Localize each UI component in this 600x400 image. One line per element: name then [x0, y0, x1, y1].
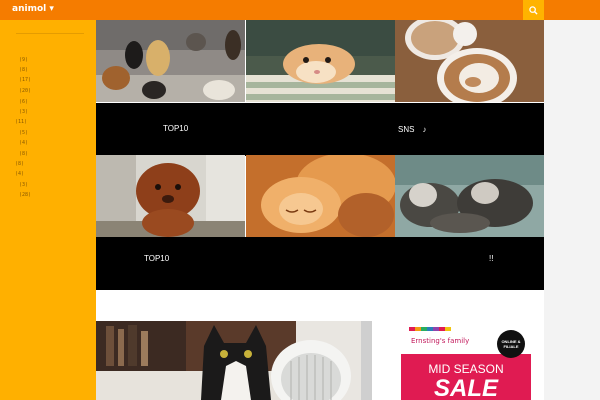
article-title-left[interactable]: TOP10	[144, 254, 169, 263]
right-margin	[544, 20, 600, 400]
article-thumbnail-poodle[interactable]	[96, 155, 245, 237]
latte-art-photo	[395, 20, 544, 102]
category-count[interactable]: (4)	[19, 140, 28, 146]
ad-sale-text: SALE	[433, 375, 498, 400]
sidebar-divider	[16, 33, 84, 34]
category-count[interactable]: (6)	[19, 99, 28, 105]
article-title-right[interactable]: SNS ♪	[398, 124, 426, 135]
article-caption-row-2: TOP10 !!	[96, 237, 544, 290]
article-caption-row-1: TOP10 SNS ♪	[96, 103, 544, 156]
article-thumbnail-hamster[interactable]	[246, 20, 395, 102]
article-thumbnail-dogs[interactable]	[96, 20, 245, 102]
advertisement-area: Ernsting's family ONLINE & FILIALE MID S…	[372, 321, 544, 400]
category-count[interactable]: (11)	[15, 119, 27, 125]
otters-photo	[395, 155, 544, 237]
search-icon	[529, 5, 538, 15]
ad-headline: MID SEASON	[428, 362, 504, 376]
ad-header: Ernsting's family ONLINE & FILIALE	[401, 327, 531, 358]
featured-article-image[interactable]	[96, 321, 372, 400]
article-thumbnail-otters[interactable]	[395, 155, 544, 237]
article-title-left[interactable]: TOP10	[163, 124, 188, 133]
category-count[interactable]: (8)	[15, 161, 24, 167]
article-title-right[interactable]: !!	[489, 254, 493, 263]
advertisement-banner[interactable]: Ernsting's family ONLINE & FILIALE MID S…	[401, 327, 531, 400]
dogs-photo	[96, 20, 245, 102]
article-thumbnail-latte-art[interactable]	[395, 20, 544, 102]
cat-heater-photo	[96, 321, 372, 400]
category-count[interactable]: (3)	[19, 109, 28, 115]
hamster-photo	[246, 20, 395, 102]
site-brand-menu[interactable]: animol ▾	[12, 4, 54, 14]
category-count[interactable]: (28)	[19, 192, 31, 198]
poodle-photo	[96, 155, 245, 237]
main-content: TOP10 SNS ♪ TOP10 !! Ernsting's family O…	[96, 20, 544, 400]
category-count[interactable]: (3)	[19, 182, 28, 188]
category-count[interactable]: (20)	[19, 88, 31, 94]
search-button[interactable]	[523, 0, 544, 20]
category-count[interactable]: (8)	[19, 151, 28, 157]
category-count[interactable]: (9)	[19, 57, 28, 63]
category-count[interactable]: (17)	[19, 77, 31, 83]
article-thumbnail-kittens[interactable]	[246, 155, 395, 237]
category-count[interactable]: (5)	[19, 130, 28, 136]
ad-brand-name: Ernsting's family	[411, 337, 470, 345]
ad-stripe	[445, 327, 451, 331]
sidebar: (9) (8) (17) (20) (6) (3) (11) (5) (4) (…	[0, 20, 96, 400]
category-count[interactable]: (8)	[19, 67, 28, 73]
ad-badge: ONLINE & FILIALE	[497, 330, 525, 358]
kittens-photo	[246, 155, 395, 237]
category-count[interactable]: (4)	[15, 171, 24, 177]
top-bar: animol ▾	[0, 0, 600, 20]
